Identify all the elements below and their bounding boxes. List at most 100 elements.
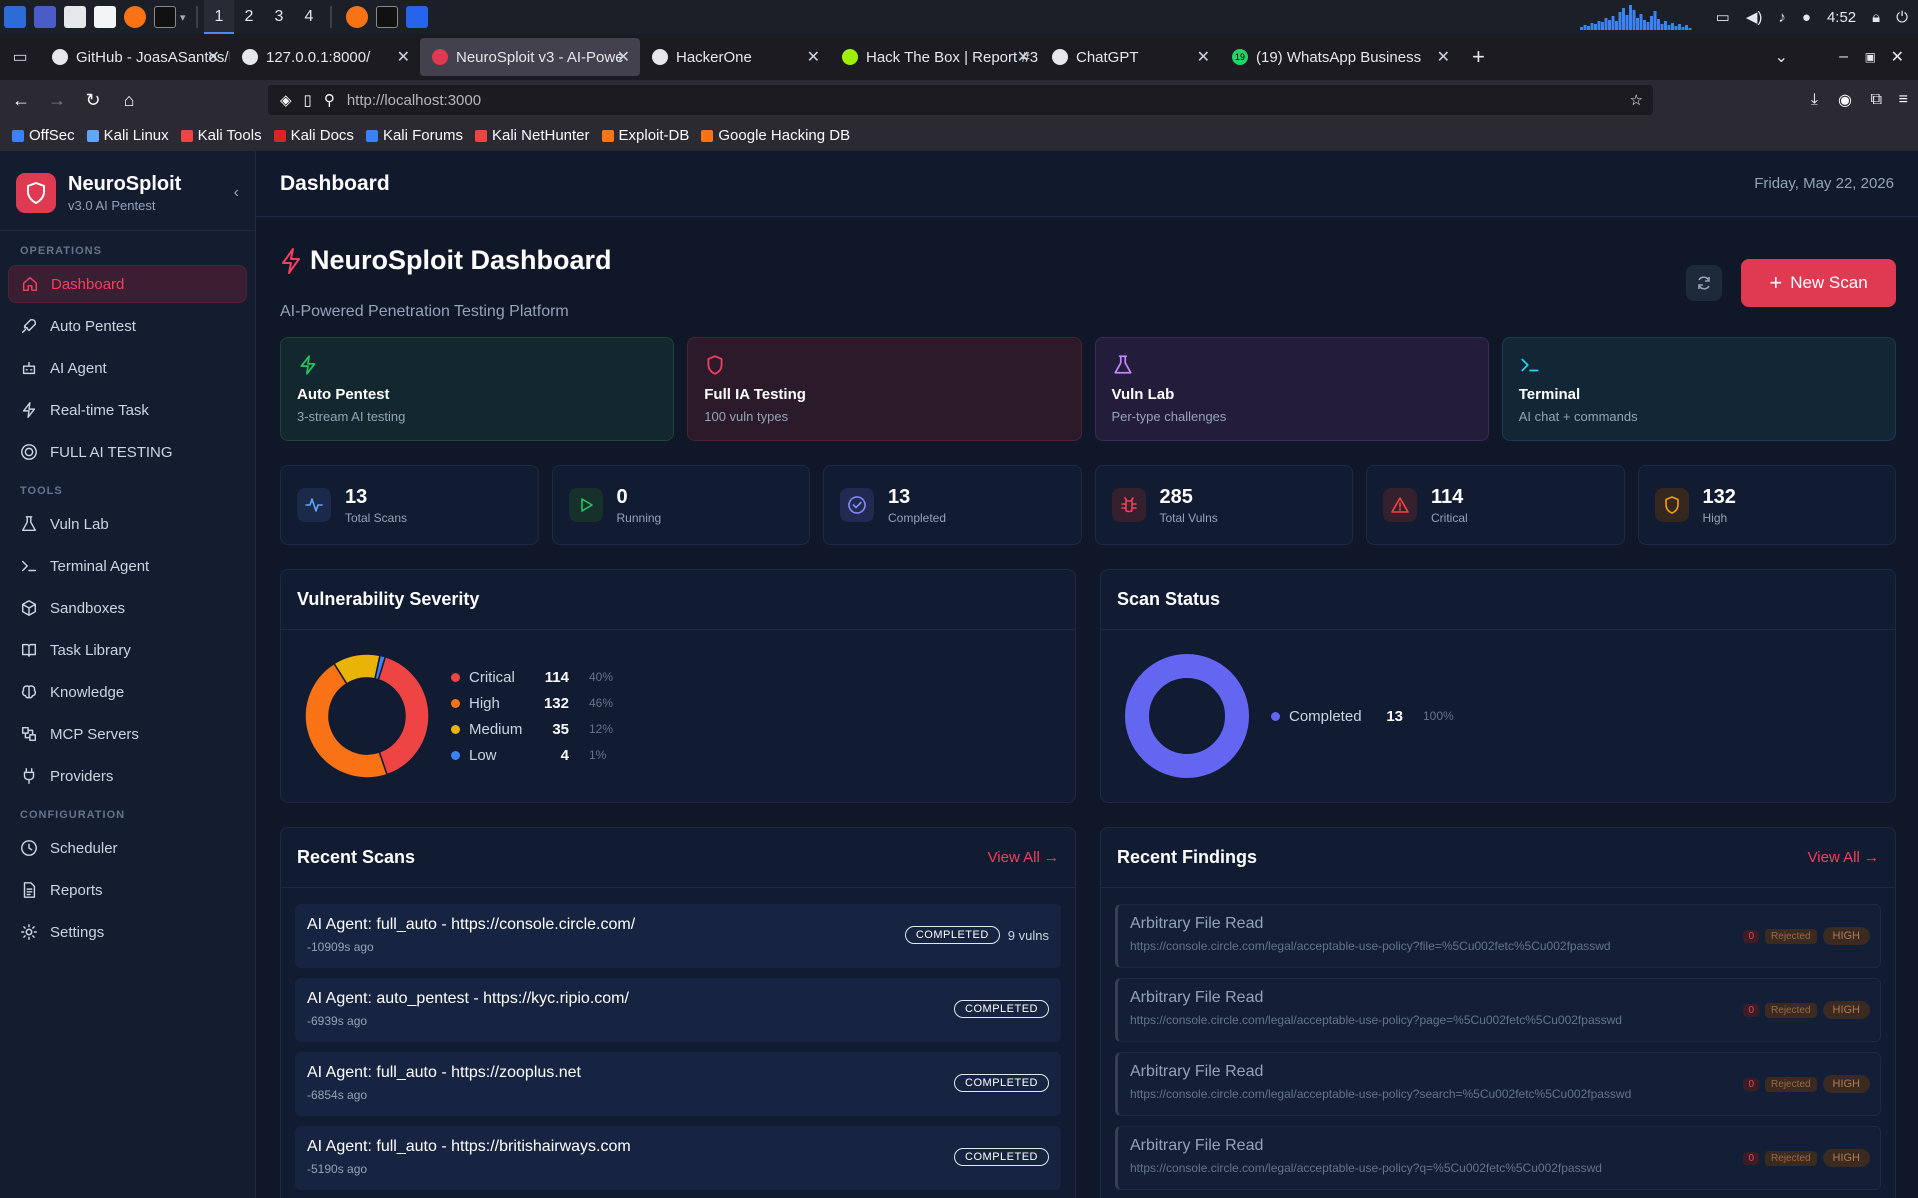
quick-card-full-ia-testing[interactable]: Full IA Testing 100 vuln types (687, 337, 1082, 441)
permissions-icon[interactable]: ⚲ (324, 91, 335, 109)
terminal-window-icon[interactable] (376, 6, 398, 28)
view-all-scans-link[interactable]: View All → (988, 849, 1059, 866)
bookmark-item[interactable]: Kali Linux (86, 127, 169, 144)
sidebar-item-ai-agent[interactable]: AI Agent (8, 349, 247, 387)
scan-status: COMPLETED (954, 1148, 1049, 1166)
sidebar-item-reports[interactable]: Reports (8, 871, 247, 909)
workspace-1[interactable]: 1 (204, 0, 234, 34)
quick-card-terminal[interactable]: Terminal AI chat + commands (1501, 337, 1896, 441)
bookmark-item[interactable]: Google Hacking DB (701, 127, 850, 144)
sidebar-item-auto-pentest[interactable]: Auto Pentest (8, 307, 247, 345)
cpu-bar (1688, 28, 1692, 30)
bookmark-star-icon[interactable]: ☆ (1630, 91, 1643, 109)
quick-card-vuln-lab[interactable]: Vuln Lab Per-type challenges (1094, 337, 1489, 441)
refresh-button[interactable] (1686, 265, 1722, 301)
editor-icon[interactable] (94, 6, 116, 28)
bookmark-item[interactable]: Kali Docs (273, 127, 354, 144)
sidebar-item-task-library[interactable]: Task Library (8, 631, 247, 669)
sidebar-item-terminal-agent[interactable]: Terminal Agent (8, 547, 247, 585)
files-icon[interactable] (64, 6, 86, 28)
sidebar-item-settings[interactable]: Settings (8, 913, 247, 951)
view-all-findings-link[interactable]: View All → (1808, 849, 1879, 866)
close-tab-icon[interactable]: ✕ (1437, 47, 1450, 67)
downloads-icon[interactable]: ⤓ (1811, 91, 1818, 109)
tab-list-icon[interactable]: ▭ (0, 47, 40, 67)
finding-row[interactable]: Arbitrary File Read https://console.circl… (1115, 1052, 1881, 1116)
close-tab-icon[interactable]: ✕ (207, 47, 220, 67)
scan-row[interactable]: AI Agent: auto_pentest - https://kyc.rip… (295, 978, 1061, 1042)
sidebar-item-providers[interactable]: Providers (8, 757, 247, 795)
scan-row[interactable]: AI Agent: full_auto - https://console.ci… (295, 904, 1061, 968)
browser-tab[interactable]: ChatGPT ✕ (1040, 38, 1220, 76)
sidebar-item-knowledge[interactable]: Knowledge (8, 673, 247, 711)
scan-row[interactable]: AI Agent: full_auto - https://britishair… (295, 1126, 1061, 1190)
volume-icon[interactable]: ◀) (1746, 8, 1763, 26)
browser-tab[interactable]: GitHub - JoasASantos/Ne✕ (40, 38, 230, 76)
donut-slice-completed[interactable] (1125, 654, 1249, 778)
desktop-icon[interactable] (34, 6, 56, 28)
bookmark-item[interactable]: Exploit-DB (601, 127, 689, 144)
finding-row[interactable]: Arbitrary File Read https://console.circl… (1115, 1126, 1881, 1190)
shield-icon[interactable]: ◈ (280, 91, 292, 109)
new-tab-button[interactable]: + (1472, 44, 1485, 70)
close-tab-icon[interactable]: ✕ (617, 47, 630, 67)
sidebar-item-scheduler[interactable]: Scheduler (8, 829, 247, 867)
collapse-chevron-icon[interactable]: ‹ (234, 184, 239, 202)
browser-tab[interactable]: HackerOne ✕ (640, 38, 830, 76)
finding-row[interactable]: Arbitrary File Read https://console.circl… (1115, 978, 1881, 1042)
cpu-bar (1600, 22, 1604, 30)
sidebar-item-vuln-lab[interactable]: Vuln Lab (8, 505, 247, 543)
power-status-icon[interactable]: ● (1802, 9, 1811, 26)
bookmark-item[interactable]: OffSec (12, 127, 75, 144)
clock[interactable]: 4:52 (1827, 9, 1856, 26)
close-tab-icon[interactable]: ✕ (1197, 47, 1210, 67)
sidebar-item-real-time-task[interactable]: Real-time Task (8, 391, 247, 429)
minimize-button[interactable]: – (1839, 48, 1848, 66)
lock-icon[interactable]: 🔒︎ (1872, 9, 1880, 26)
display-icon[interactable]: ▭ (1716, 8, 1730, 26)
kali-menu-icon[interactable] (4, 6, 26, 28)
extensions-icon[interactable]: ⧉ (1871, 91, 1882, 109)
reload-button[interactable]: ↻ (78, 85, 108, 115)
workspace-4[interactable]: 4 (294, 0, 324, 34)
bookmark-item[interactable]: Kali NetHunter (474, 127, 590, 144)
url-text[interactable]: http://localhost:3000 (347, 92, 481, 109)
quick-card-auto-pentest[interactable]: Auto Pentest 3-stream AI testing (280, 337, 675, 441)
maximize-button[interactable]: ▣ (1865, 50, 1876, 64)
sidebar-item-full-ai-testing[interactable]: FULL AI TESTING (8, 433, 247, 471)
tab-title: (19) WhatsApp Business (1256, 48, 1422, 66)
download-window-icon[interactable] (406, 6, 428, 28)
terminal-icon[interactable] (154, 6, 176, 28)
menu-icon[interactable]: ≡ (1899, 91, 1908, 109)
close-window-button[interactable]: ✕ (1891, 47, 1904, 67)
chevron-down-icon[interactable]: ▾ (180, 11, 190, 24)
tab-overflow-chevron-icon[interactable]: ⌄ (1775, 47, 1788, 67)
sidebar-item-dashboard[interactable]: Dashboard (8, 265, 247, 303)
browser-tab[interactable]: 127.0.0.1:8000/ ✕ (230, 38, 420, 76)
back-button[interactable]: ← (6, 85, 36, 115)
close-tab-icon[interactable]: ✕ (1017, 47, 1030, 67)
account-icon[interactable]: ◉ (1838, 90, 1852, 110)
close-tab-icon[interactable]: ✕ (807, 47, 820, 67)
firefox-window-icon[interactable] (346, 6, 368, 28)
bookmark-item[interactable]: Kali Forums (365, 127, 463, 144)
new-scan-button[interactable]: + New Scan (1741, 259, 1896, 307)
sidebar-item-sandboxes[interactable]: Sandboxes (8, 589, 247, 627)
home-button[interactable]: ⌂ (114, 85, 144, 115)
bookmark-item[interactable]: Kali Tools (180, 127, 262, 144)
browser-tab[interactable]: 19 (19) WhatsApp Business ✕ (1220, 38, 1460, 76)
browser-tab[interactable]: Hack The Box | Report #3 ✕ (830, 38, 1040, 76)
url-bar[interactable]: ◈ ▯ ⚲ http://localhost:3000 ☆ (268, 85, 1653, 115)
forward-button[interactable]: → (42, 85, 72, 115)
finding-row[interactable]: Arbitrary File Read https://console.circl… (1115, 904, 1881, 968)
logout-icon[interactable]: ⏻ (1896, 9, 1908, 26)
bell-icon[interactable]: ♪ (1778, 9, 1786, 26)
donut-slice-critical[interactable] (377, 655, 429, 776)
firefox-icon[interactable] (124, 6, 146, 28)
workspace-3[interactable]: 3 (264, 0, 294, 34)
scan-row[interactable]: AI Agent: full_auto - https://zooplus.ne… (295, 1052, 1061, 1116)
workspace-2[interactable]: 2 (234, 0, 264, 34)
browser-tab[interactable]: NeuroSploit v3 - AI-Powe ✕ (420, 38, 640, 76)
close-tab-icon[interactable]: ✕ (397, 47, 410, 67)
sidebar-item-mcp-servers[interactable]: MCP Servers (8, 715, 247, 753)
